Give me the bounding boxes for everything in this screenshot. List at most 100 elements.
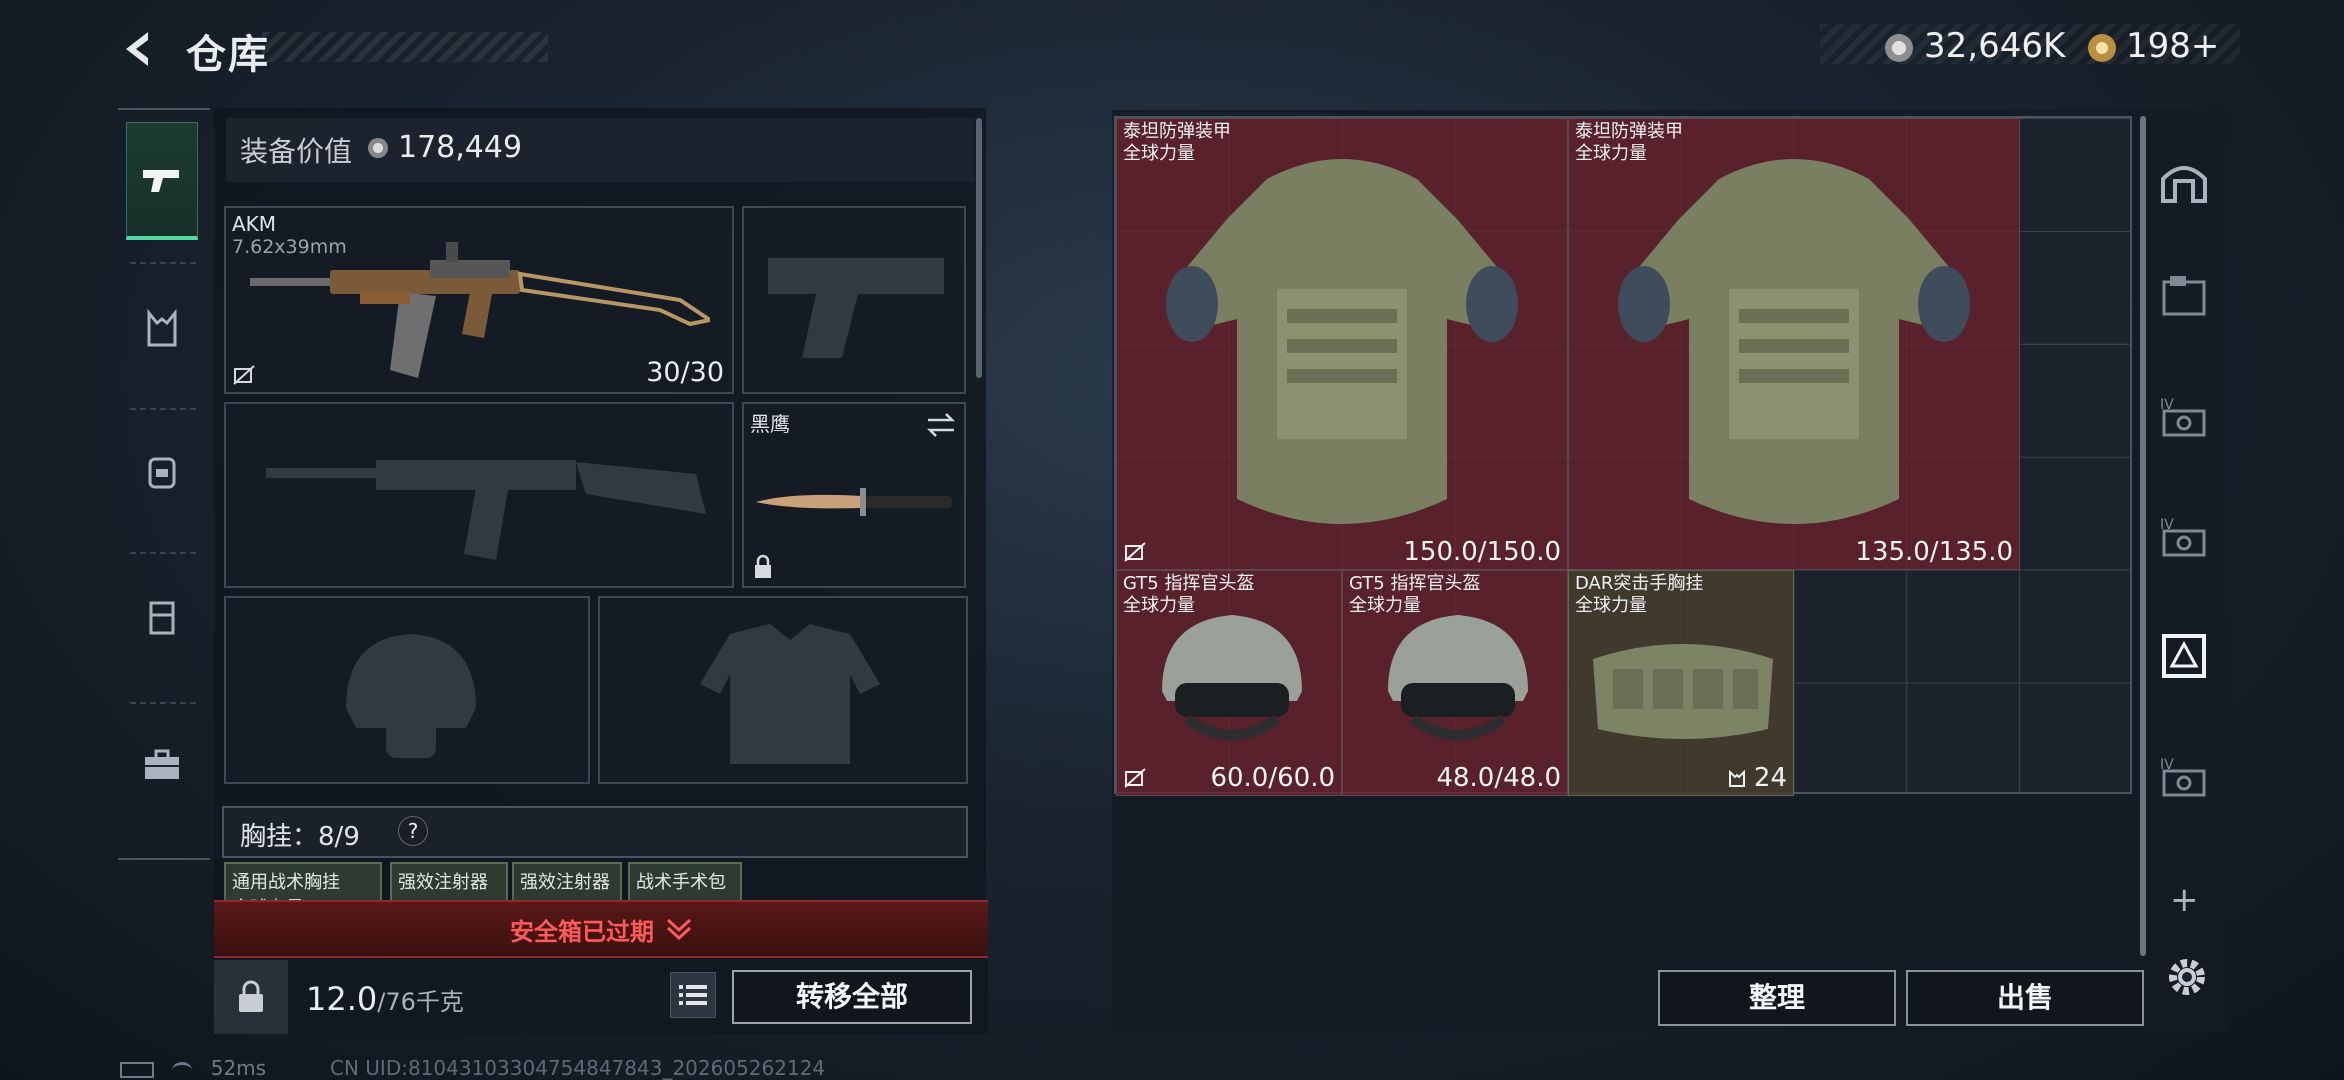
add-storage-icon[interactable]: + — [2170, 880, 2199, 920]
warehouse-icon — [2161, 166, 2207, 203]
case-slot-icon: IV — [2160, 397, 2206, 437]
chest-rig-label: 胸挂：8/9 — [240, 816, 360, 853]
premium-value: 198 — [2126, 26, 2191, 66]
uid-text: CN UID:8104310330475484784​3_20260526212… — [330, 1056, 826, 1080]
item-name: DAR突击手胸挂 全球力量 — [1575, 573, 1703, 617]
helmet-icon — [1388, 615, 1528, 740]
wifi-icon — [172, 1061, 193, 1078]
item-title: DAR突击手胸挂 — [1575, 573, 1704, 594]
durability: 150.0/150.0 — [1403, 537, 1561, 567]
chest-rig-icon — [1593, 644, 1773, 739]
pistol-placeholder-icon — [768, 258, 944, 358]
tab-storage-case-1[interactable]: IV — [2156, 388, 2212, 444]
sidearm-slot[interactable] — [742, 206, 966, 394]
back-arrow-icon[interactable] — [118, 28, 160, 70]
sell-button[interactable]: 出售 — [1906, 970, 2144, 1026]
chevron-down-icon[interactable] — [664, 914, 694, 944]
item-title: GT5 指挥官头盔 — [1123, 573, 1255, 594]
list-view-button[interactable] — [670, 972, 716, 1018]
storage-item-armor[interactable]: 泰坦防弹装甲 全球力量 150.0/150.0 — [1116, 118, 1568, 570]
weight-display: 12.0/76千克 — [306, 980, 464, 1018]
rig-item-label: 强效注射器 — [398, 872, 488, 893]
armor-slot[interactable] — [598, 596, 968, 784]
coin-icon — [368, 138, 388, 158]
tab-storage-case-2[interactable]: IV — [2156, 508, 2212, 564]
body-armor-icon — [1618, 159, 1970, 524]
tab-storage-case-3[interactable]: IV — [2156, 748, 2212, 804]
durability: 48.0/48.0 — [1436, 763, 1561, 793]
tab-backpack[interactable] — [126, 412, 198, 530]
storage-grid[interactable]: 泰坦防弹装甲 全球力量 150.0/150.0 泰坦防弹装甲 全球力量 135.0/… — [1114, 116, 2132, 796]
secondary-weapon-slot[interactable] — [224, 402, 734, 588]
rifle-placeholder-icon — [266, 460, 706, 560]
no-insurance-icon — [233, 365, 255, 385]
equipment-value: 178,449 — [398, 130, 523, 165]
armor-placeholder-icon — [700, 624, 880, 764]
pistol-icon — [143, 169, 179, 192]
ammo-count: 30/30 — [646, 357, 724, 388]
swap-icon[interactable] — [926, 412, 956, 438]
storage-scrollbar[interactable] — [2140, 116, 2146, 956]
primary-weapon-slot[interactable]: AKM 7.62x39mm 30/30 — [224, 206, 734, 394]
add-premium-icon[interactable]: + — [2191, 26, 2220, 66]
toolbox-icon — [145, 749, 179, 779]
case-icon — [149, 601, 175, 635]
rig-item-injector-1[interactable]: 强效注射器 — [390, 862, 508, 902]
storage-item-helmet[interactable]: GT5 指挥官头盔 全球力量 48.0/48.0 — [1342, 570, 1568, 796]
tab-storage-active[interactable] — [2156, 628, 2212, 684]
helmet-placeholder-icon — [346, 634, 476, 758]
tab-container[interactable] — [126, 558, 198, 676]
tab-storage-box[interactable] — [2156, 268, 2212, 324]
storage-item-helmet[interactable]: GT5 指挥官头盔 全球力量 60.0/60.0 — [1116, 570, 1342, 796]
no-insurance-icon — [1124, 542, 1146, 562]
premium-coin-icon — [2088, 34, 2116, 62]
rig-item-label: 强效注射器 — [520, 872, 610, 893]
melee-name: 黑鹰 — [750, 412, 790, 436]
ping-text: 52ms — [210, 1056, 267, 1080]
chest-rig-count: 8/9 — [318, 822, 360, 852]
storage-item-armor[interactable]: 泰坦防弹装甲 全球力量 135.0/135.0 — [1568, 118, 2020, 570]
chest-rig-title: 胸挂： — [240, 822, 319, 852]
weight-current: 12.0 — [306, 980, 378, 1018]
battery-icon — [120, 1061, 154, 1078]
active-case-icon — [2162, 634, 2206, 678]
body-armor-icon — [1166, 159, 1518, 524]
case-slot-icon: IV — [2160, 757, 2206, 797]
equipment-value-label: 装备价值 — [240, 135, 353, 168]
safe-box-expired-text: 安全箱已过期 — [510, 918, 654, 946]
help-icon[interactable]: ? — [398, 816, 428, 846]
storage-item-chest-rig[interactable]: DAR突击手胸挂 全球力量 24 — [1568, 570, 1794, 796]
helmet-icon — [1162, 615, 1302, 740]
weight-icon — [214, 960, 288, 1034]
knife-icon — [756, 488, 952, 516]
weight-lock-icon — [239, 980, 263, 1012]
equipment-category-tabs — [118, 108, 210, 860]
lock-icon — [755, 554, 771, 578]
tab-armor-rig[interactable] — [126, 270, 198, 388]
sort-button[interactable]: 整理 — [1658, 970, 1896, 1026]
rig-item-tactical-rig[interactable]: 通用战术胸挂 全球力量 — [224, 862, 382, 902]
tab-toolbox[interactable] — [126, 706, 198, 824]
transfer-all-button[interactable]: 转移全部 — [732, 970, 972, 1024]
no-insurance-icon — [1124, 768, 1146, 788]
status-bar: 52ms — [120, 1056, 266, 1080]
rig-item-label: 通用战术胸挂 — [232, 872, 340, 893]
tab-storage-main[interactable] — [2156, 152, 2212, 208]
durability: 60.0/60.0 — [1210, 763, 1335, 793]
capacity-value: 24 — [1753, 763, 1787, 793]
melee-slot[interactable]: 黑鹰 — [742, 402, 966, 588]
backpack-icon — [148, 457, 176, 489]
rig-item-injector-2[interactable]: 强效注射器 — [512, 862, 622, 902]
case-slot-icon: IV — [2160, 517, 2206, 557]
list-icon — [679, 985, 707, 1005]
page-title: 仓库 — [186, 32, 270, 78]
durability: 135.0/135.0 — [1855, 537, 2013, 567]
gear-icon[interactable] — [2162, 952, 2212, 1002]
tab-weapons[interactable] — [126, 122, 198, 240]
coin-balance: 32,646K — [1924, 26, 2066, 66]
premium-balance[interactable]: 198+ — [2126, 26, 2219, 66]
rig-item-surgery-kit[interactable]: 战术手术包 — [628, 862, 742, 902]
equipment-scrollbar[interactable] — [976, 118, 982, 378]
helmet-slot[interactable] — [224, 596, 590, 784]
akm-rifle-icon — [250, 242, 710, 378]
